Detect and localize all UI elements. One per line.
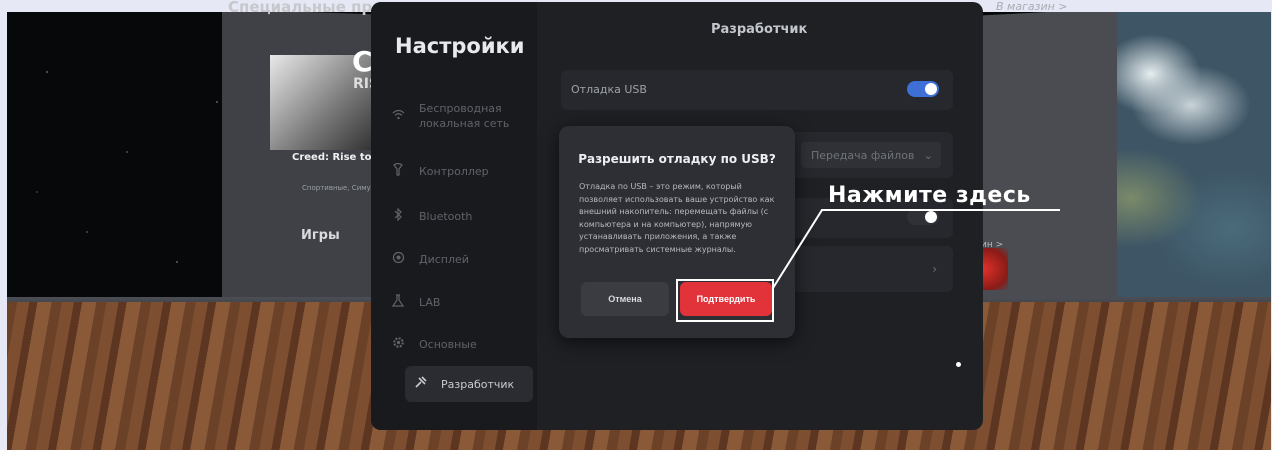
content-title: Разработчик <box>711 22 808 37</box>
promo-game-category: Спортивные, Симул <box>302 184 376 192</box>
usb-debug-label: Отладка USB <box>571 83 647 96</box>
usb-debug-toggle[interactable] <box>907 81 939 97</box>
sidebar-item-label: Контроллер <box>419 164 489 178</box>
dialog-title: Разрешить отладку по USB? <box>578 152 776 166</box>
sidebar-item-controller[interactable]: Контроллер <box>391 153 489 189</box>
sidebar-item-wifi[interactable]: Беспроводная локальная сеть <box>391 98 531 134</box>
cancel-button[interactable]: Отмена <box>581 282 669 316</box>
sidebar-item-bluetooth[interactable]: Bluetooth <box>391 198 472 234</box>
settings-toggle-3[interactable] <box>907 209 939 225</box>
dialog-body: Отладка по USB – это режим, который позв… <box>579 182 775 254</box>
wifi-icon <box>391 109 405 124</box>
games-section-title: Игры <box>301 228 340 243</box>
chevron-right-icon: › <box>932 262 937 276</box>
usb-mode-value: Передача файлов <box>811 148 915 162</box>
wrench-icon <box>413 376 427 392</box>
sidebar-item-label: LAB <box>419 295 441 309</box>
sidebar-item-label: Основные <box>419 337 477 351</box>
usb-mode-dropdown[interactable]: Передача файлов ⌄ <box>801 142 941 168</box>
settings-title: Настройки <box>395 34 525 58</box>
sidebar-item-label: Разработчик <box>441 377 515 391</box>
pointer-dot <box>956 362 961 367</box>
settings-sidebar: Настройки Беспроводная локальная сеть Ко… <box>371 2 537 430</box>
flask-icon <box>391 294 405 310</box>
sidebar-item-developer[interactable]: Разработчик <box>405 366 533 402</box>
sidebar-item-lab[interactable]: LAB <box>391 284 440 320</box>
gear-icon <box>391 336 405 352</box>
sidebar-item-label: Bluetooth <box>419 209 473 223</box>
usb-debug-row: Отладка USB <box>561 70 953 110</box>
store-shop-link[interactable]: В магазин > <box>996 0 1068 13</box>
sidebar-item-label: Дисплей <box>419 252 469 266</box>
controller-icon <box>391 162 405 179</box>
confirm-highlight-box <box>676 279 774 322</box>
callout-text: Нажмите здесь <box>828 183 1031 208</box>
bluetooth-icon <box>391 207 405 224</box>
sidebar-item-display[interactable]: Дисплей <box>391 241 469 277</box>
sidebar-item-general[interactable]: Основные <box>391 326 477 362</box>
store-special-offers-title: Специальные пре <box>228 0 383 16</box>
display-icon <box>391 251 405 267</box>
sidebar-item-label: Беспроводная локальная сеть <box>419 102 510 130</box>
chevron-down-icon: ⌄ <box>923 148 933 162</box>
